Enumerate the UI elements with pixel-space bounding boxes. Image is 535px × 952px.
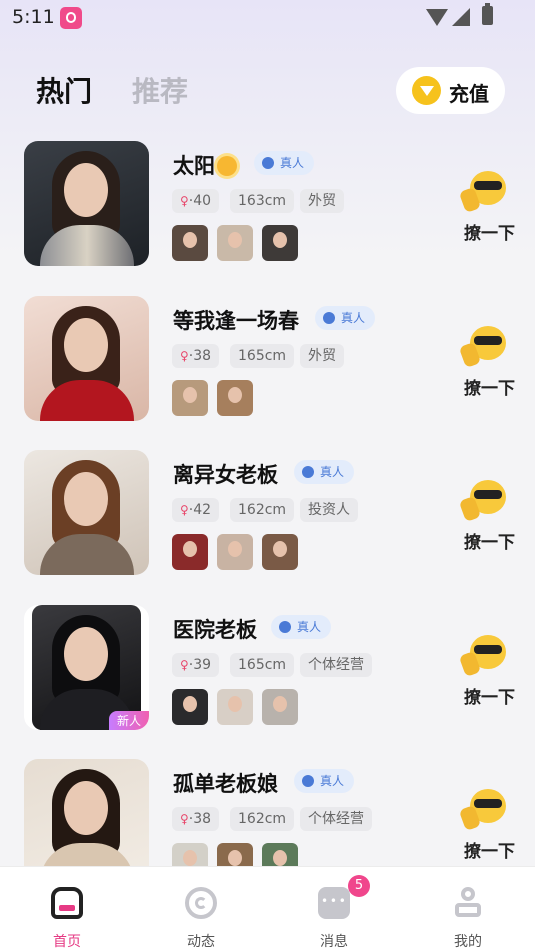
photo-thumbnail[interactable]	[172, 225, 208, 261]
nav-profile[interactable]: 我的	[428, 867, 508, 952]
verified-badge: 真人	[271, 615, 332, 639]
profile-photo[interactable]	[24, 296, 149, 421]
nav-home[interactable]: 首页	[27, 867, 107, 952]
nav-profile-label: 我的	[454, 934, 482, 950]
sunglasses-wave-emoji-icon[interactable]	[458, 171, 508, 214]
female-icon: ♀	[180, 812, 189, 826]
nav-messages[interactable]: 5 消息	[294, 867, 374, 952]
age-tag: ♀·42	[172, 498, 220, 522]
battery-icon	[482, 3, 493, 25]
verified-badge: 真人	[294, 769, 355, 793]
height-tag: 162cm	[230, 498, 295, 522]
profile-photo[interactable]	[24, 141, 149, 266]
job-tag: 投资人	[300, 498, 358, 522]
unread-badge: 5	[348, 875, 370, 897]
profile-name: 孤单老板娘	[173, 772, 278, 796]
verified-icon	[323, 312, 335, 324]
job-tag: 个体经营	[300, 653, 372, 677]
moments-icon	[185, 887, 217, 919]
status-bar: 5:11	[0, 0, 535, 36]
verified-badge: 真人	[315, 306, 376, 330]
wifi-icon	[426, 9, 448, 26]
signal-icon	[452, 8, 470, 26]
recharge-label: 充值	[449, 82, 489, 106]
profile-photo[interactable]: 新人	[24, 605, 149, 730]
profile-name: 等我逢一场春	[173, 309, 299, 333]
photo-thumbnail[interactable]	[217, 689, 253, 725]
sunglasses-wave-emoji-icon[interactable]	[458, 789, 508, 832]
bottom-nav: 首页 动态 5 消息 我的	[0, 866, 535, 952]
female-icon: ♀	[180, 349, 189, 363]
verified-icon	[262, 157, 274, 169]
flirt-button[interactable]: 撩一下	[464, 528, 515, 553]
female-icon: ♀	[180, 194, 189, 208]
job-tag: 个体经营	[300, 807, 372, 831]
photo-thumbnail[interactable]	[172, 689, 208, 725]
sunglasses-wave-emoji-icon[interactable]	[458, 326, 508, 369]
message-icon	[318, 887, 350, 919]
height-tag: 163cm	[230, 189, 295, 213]
nav-messages-label: 消息	[320, 934, 348, 950]
female-icon: ♀	[180, 658, 189, 672]
profile-card[interactable]: 等我逢一场春 真人 ♀·38 165cm 外贸 撩一下	[0, 296, 535, 436]
flirt-button[interactable]: 撩一下	[464, 683, 515, 708]
height-tag: 165cm	[230, 653, 295, 677]
height-tag: 162cm	[230, 807, 295, 831]
tab-hot[interactable]: 热门	[36, 70, 92, 110]
age-tag: ♀·38	[172, 344, 220, 368]
female-icon: ♀	[180, 503, 189, 517]
age-tag: ♀·38	[172, 807, 220, 831]
profile-photo[interactable]	[24, 450, 149, 575]
photo-thumbnail[interactable]	[262, 534, 298, 570]
sunglasses-wave-emoji-icon[interactable]	[458, 635, 508, 678]
profile-name: 离异女老板	[173, 463, 278, 487]
recharge-button[interactable]: 充值	[396, 67, 505, 114]
photo-thumbnail[interactable]	[217, 380, 253, 416]
profile-card[interactable]: 太阳 真人 ♀·40 163cm 外贸 撩一下	[0, 141, 535, 281]
photo-thumbnail[interactable]	[217, 534, 253, 570]
job-tag: 外贸	[300, 344, 344, 368]
verified-icon	[302, 775, 314, 787]
photo-thumbnail[interactable]	[172, 534, 208, 570]
photo-thumbnail[interactable]	[172, 380, 208, 416]
verified-badge: 真人	[254, 151, 315, 175]
flirt-button[interactable]: 撩一下	[464, 219, 515, 244]
photo-thumbnail[interactable]	[262, 689, 298, 725]
sunglasses-wave-emoji-icon[interactable]	[458, 480, 508, 523]
verified-icon	[302, 466, 314, 478]
age-tag: ♀·40	[172, 189, 220, 213]
nav-home-label: 首页	[53, 934, 81, 950]
verified-icon	[279, 621, 291, 633]
job-tag: 外贸	[300, 189, 344, 213]
diamond-coin-icon	[412, 76, 441, 105]
profile-card[interactable]: 离异女老板 真人 ♀·42 162cm 投资人 撩一下	[0, 450, 535, 590]
sun-emoji-icon	[217, 156, 237, 176]
age-tag: ♀·39	[172, 653, 220, 677]
photo-thumbnail[interactable]	[217, 225, 253, 261]
profile-icon	[452, 887, 484, 919]
status-time: 5:11	[12, 6, 55, 28]
profile-card[interactable]: 新人 医院老板 真人 ♀·39 165cm 个体经营 撩一下	[0, 605, 535, 745]
verified-badge: 真人	[294, 460, 355, 484]
nav-moments-label: 动态	[187, 934, 215, 950]
flirt-button[interactable]: 撩一下	[464, 837, 515, 862]
photo-thumbnail[interactable]	[262, 225, 298, 261]
height-tag: 165cm	[230, 344, 295, 368]
app-notification-icon	[60, 7, 82, 29]
nav-moments[interactable]: 动态	[161, 867, 241, 952]
tab-recommend[interactable]: 推荐	[132, 70, 188, 110]
profile-name: 医院老板	[173, 618, 257, 642]
home-icon	[51, 887, 83, 919]
profile-name: 太阳	[173, 150, 237, 180]
new-user-tag: 新人	[108, 711, 149, 730]
flirt-button[interactable]: 撩一下	[464, 374, 515, 399]
